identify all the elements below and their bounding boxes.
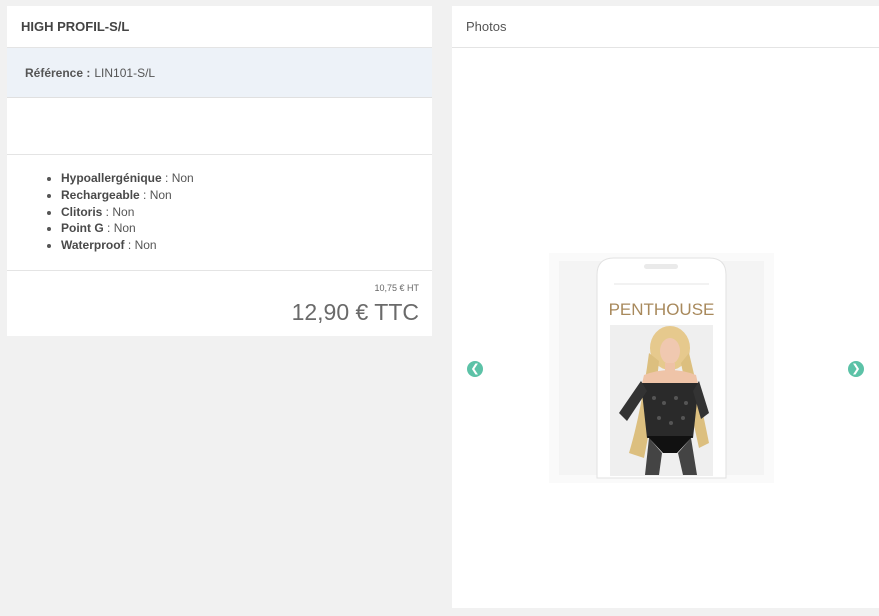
- price-box: 10,75 € HT 12,90 € TTC: [7, 271, 432, 326]
- product-photo: PENTHOUSE: [549, 253, 774, 483]
- feature-item-rechargeable: Rechargeable : Non: [61, 187, 432, 204]
- price-ttc: 12,90 € TTC: [291, 299, 419, 325]
- photos-panel: Photos ❮ PENTHOUSE ❯: [452, 6, 879, 608]
- photo-carousel: ❮ PENTHOUSE ❯: [452, 48, 879, 607]
- product-details-panel: HIGH PROFIL-S/L Référence : LIN101-S/L H…: [7, 6, 432, 336]
- photos-title: Photos: [452, 6, 879, 48]
- penthouse-logo-text: PENTHOUSE: [609, 300, 715, 319]
- reference-row: Référence : LIN101-S/L: [7, 48, 432, 98]
- price-ht: 10,75 € HT: [374, 283, 419, 293]
- reference-value: LIN101-S/L: [94, 65, 156, 80]
- features-list: Hypoallergénique : Non Rechargeable : No…: [61, 170, 432, 254]
- chevron-right-icon[interactable]: ❯: [848, 361, 864, 377]
- features-section: Hypoallergénique : Non Rechargeable : No…: [7, 155, 432, 271]
- feature-item-point-g: Point G : Non: [61, 220, 432, 237]
- chevron-left-icon[interactable]: ❮: [467, 361, 483, 377]
- feature-item-clitoris: Clitoris : Non: [61, 204, 432, 221]
- reference-label: Référence :: [25, 65, 91, 80]
- feature-item-waterproof: Waterproof : Non: [61, 237, 432, 254]
- feature-item-hypoallergenique: Hypoallergénique : Non: [61, 170, 432, 187]
- description-section: [7, 98, 432, 155]
- product-title: HIGH PROFIL-S/L: [7, 6, 432, 48]
